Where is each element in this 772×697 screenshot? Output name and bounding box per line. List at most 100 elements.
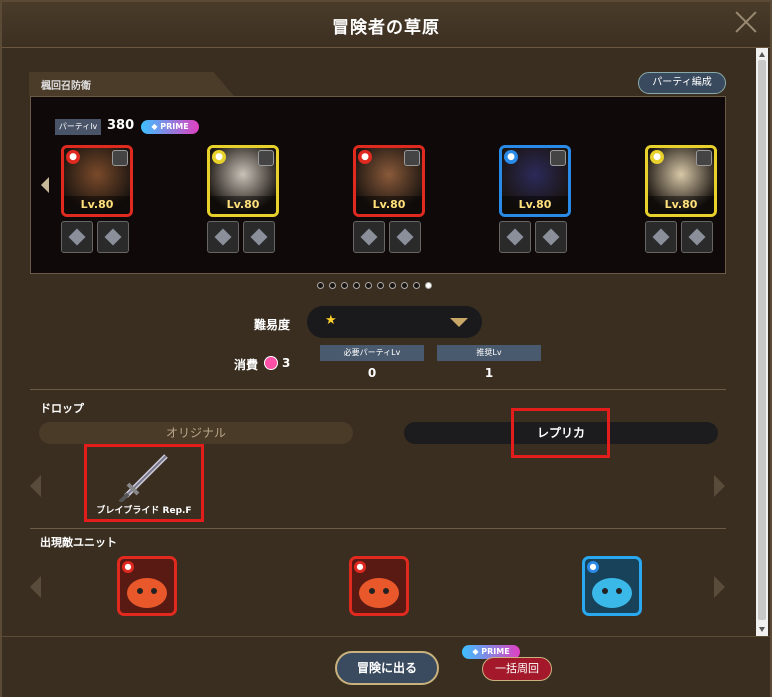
gem-icon: ◆ bbox=[472, 647, 482, 656]
page-dot[interactable] bbox=[377, 282, 384, 289]
unit-equipment bbox=[353, 221, 425, 253]
enemy-unit[interactable]: ● bbox=[582, 556, 642, 616]
sword-icon[interactable] bbox=[681, 221, 713, 253]
scroll-down-icon[interactable] bbox=[759, 627, 765, 632]
drop-item-name: ブレイブライド Rep.F bbox=[96, 506, 192, 516]
unit-level: Lv.80 bbox=[502, 196, 568, 214]
bulk-run-button[interactable]: 一括周回 bbox=[482, 657, 552, 681]
heart-icon bbox=[264, 356, 278, 370]
party-name: 楓回召防衛 bbox=[41, 81, 91, 92]
skill-icon bbox=[258, 150, 274, 166]
drop-prev-arrow-icon[interactable] bbox=[30, 475, 41, 497]
unit-level: Lv.80 bbox=[64, 196, 130, 214]
party-level-badge: パーティlv bbox=[55, 119, 101, 135]
page-dot[interactable] bbox=[341, 282, 348, 289]
party-header: 楓回召防衛 bbox=[29, 72, 234, 96]
unit-equipment bbox=[61, 221, 133, 253]
bird-icon[interactable] bbox=[499, 221, 531, 253]
armor-icon[interactable] bbox=[61, 221, 93, 253]
element-icon: ● bbox=[122, 561, 134, 573]
enemy-unit[interactable]: ● bbox=[117, 556, 177, 616]
skill-icon bbox=[696, 150, 712, 166]
page-indicator bbox=[317, 282, 432, 289]
unit-equipment bbox=[645, 221, 717, 253]
page-dot[interactable] bbox=[317, 282, 324, 289]
enemy-prev-arrow-icon[interactable] bbox=[30, 576, 41, 598]
drop-item[interactable]: ブレイブライド Rep.F bbox=[86, 448, 202, 522]
party-panel: パーティlv 380 ◆ PRIME ● Lv.80 ● Lv.80 ● Lv.80 ● Lv… bbox=[30, 96, 726, 274]
page-dot[interactable] bbox=[365, 282, 372, 289]
sword-icon bbox=[118, 454, 168, 502]
axe-icon[interactable] bbox=[645, 221, 677, 253]
page-dot[interactable] bbox=[389, 282, 396, 289]
prime-badge: ◆ PRIME bbox=[141, 120, 199, 134]
party-unit[interactable]: ● Lv.80 bbox=[645, 145, 717, 253]
element-icon: ● bbox=[504, 150, 518, 164]
scrollbar[interactable] bbox=[756, 48, 768, 636]
cost-value: 3 bbox=[282, 356, 291, 370]
unit-portrait[interactable]: ● Lv.80 bbox=[61, 145, 133, 217]
divider bbox=[30, 389, 726, 390]
tab-original[interactable]: オリジナル bbox=[39, 422, 353, 444]
unit-equipment bbox=[207, 221, 279, 253]
skill-icon bbox=[404, 150, 420, 166]
dialog-title: 冒険者の草原 bbox=[332, 18, 440, 38]
difficulty-label: 難易度 bbox=[254, 318, 291, 332]
required-party-lv-value: 0 bbox=[367, 366, 377, 380]
drop-next-arrow-icon[interactable] bbox=[714, 475, 725, 497]
sword-icon[interactable] bbox=[353, 221, 385, 253]
scroll-thumb[interactable] bbox=[758, 60, 766, 620]
party-unit[interactable]: ● Lv.80 bbox=[499, 145, 571, 253]
unit-portrait[interactable]: ● Lv.80 bbox=[645, 145, 717, 217]
page-dot[interactable] bbox=[401, 282, 408, 289]
tab-replica[interactable]: レプリカ bbox=[404, 422, 718, 444]
party-level-value: 380 bbox=[107, 118, 135, 133]
party-unit[interactable]: ● Lv.80 bbox=[207, 145, 279, 253]
chevron-down-icon bbox=[450, 318, 468, 327]
unit-equipment bbox=[499, 221, 571, 253]
unit-level: Lv.80 bbox=[210, 196, 276, 214]
bird-icon[interactable] bbox=[535, 221, 567, 253]
enemy-unit[interactable]: ● bbox=[349, 556, 409, 616]
dialog-window: 冒険者の草原 楓回召防衛 パーティ編成 パーティlv 380 ◆ PRIME ●… bbox=[0, 0, 772, 697]
cost-label: 消費 bbox=[234, 358, 259, 372]
prime-label: PRIME bbox=[160, 122, 189, 131]
page-dot[interactable] bbox=[329, 282, 336, 289]
element-icon: ● bbox=[66, 150, 80, 164]
close-icon[interactable] bbox=[734, 10, 758, 34]
unit-level: Lv.80 bbox=[648, 196, 714, 214]
unit-level: Lv.80 bbox=[356, 196, 422, 214]
difficulty-star-icon: ★ bbox=[325, 313, 337, 328]
dialog-content: 楓回召防衛 パーティ編成 パーティlv 380 ◆ PRIME ● Lv.80 ● L… bbox=[2, 48, 754, 636]
divider bbox=[30, 528, 726, 529]
page-dot[interactable] bbox=[425, 282, 432, 289]
unit-portrait[interactable]: ● Lv.80 bbox=[499, 145, 571, 217]
enemy-units-label: 出現敵ユニット bbox=[40, 536, 117, 549]
chest-icon[interactable] bbox=[207, 221, 239, 253]
party-form-button[interactable]: パーティ編成 bbox=[638, 72, 726, 94]
required-party-lv-label: 必要パーティLv bbox=[320, 345, 424, 361]
element-icon: ● bbox=[354, 561, 366, 573]
drop-label: ドロップ bbox=[40, 402, 84, 415]
party-prev-arrow-icon[interactable] bbox=[41, 177, 49, 193]
skill-icon bbox=[550, 150, 566, 166]
scroll-up-icon[interactable] bbox=[759, 52, 765, 57]
prime-label: PRIME bbox=[481, 647, 510, 656]
party-unit[interactable]: ● Lv.80 bbox=[353, 145, 425, 253]
element-icon: ● bbox=[587, 561, 599, 573]
skill-icon bbox=[112, 150, 128, 166]
difficulty-select[interactable]: ★ bbox=[307, 306, 482, 338]
unit-portrait[interactable]: ● Lv.80 bbox=[207, 145, 279, 217]
party-unit[interactable]: ● Lv.80 bbox=[61, 145, 133, 253]
depart-button[interactable]: 冒険に出る bbox=[335, 651, 439, 685]
footer: 冒険に出る ◆ PRIME 一括周回 bbox=[2, 636, 770, 697]
page-dot[interactable] bbox=[353, 282, 360, 289]
enemy-next-arrow-icon[interactable] bbox=[714, 576, 725, 598]
unit-portrait[interactable]: ● Lv.80 bbox=[353, 145, 425, 217]
element-icon: ● bbox=[358, 150, 372, 164]
page-dot[interactable] bbox=[413, 282, 420, 289]
gauntlet-icon[interactable] bbox=[243, 221, 275, 253]
orb-icon[interactable] bbox=[97, 221, 129, 253]
element-icon: ● bbox=[650, 150, 664, 164]
axe-icon[interactable] bbox=[389, 221, 421, 253]
